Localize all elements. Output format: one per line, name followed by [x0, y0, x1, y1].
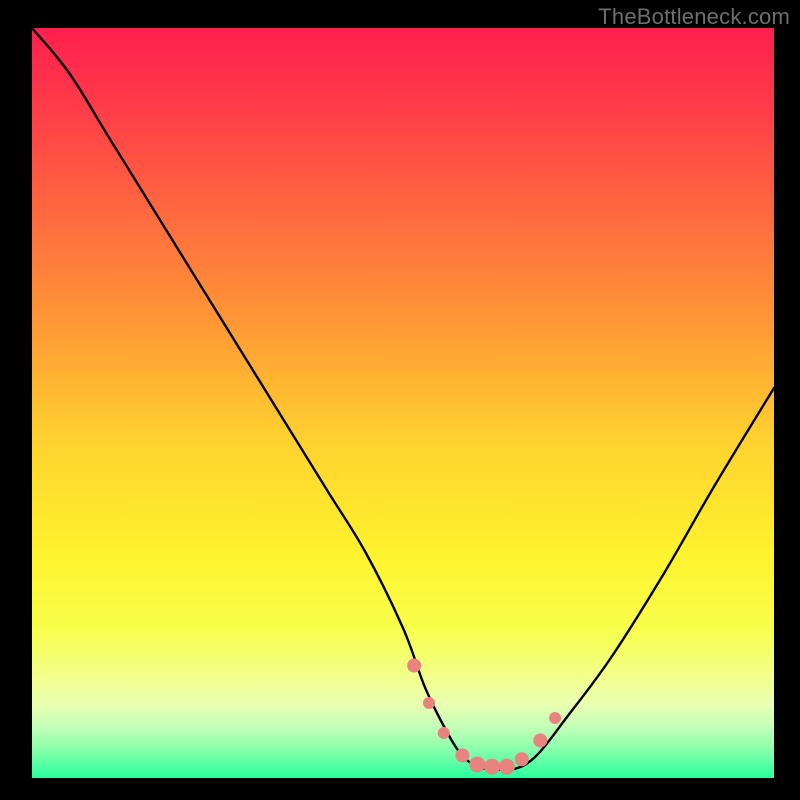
- highlight-marker: [469, 757, 485, 773]
- highlight-marker: [515, 752, 529, 766]
- watermark-label: TheBottleneck.com: [598, 4, 790, 30]
- chart-canvas: [0, 0, 800, 800]
- highlight-marker: [438, 727, 450, 739]
- highlight-marker: [499, 759, 515, 775]
- highlight-marker: [549, 712, 561, 724]
- highlight-marker: [484, 759, 500, 775]
- highlight-marker: [455, 749, 469, 763]
- highlight-marker: [533, 734, 547, 748]
- highlight-marker: [423, 697, 435, 709]
- highlight-marker: [407, 659, 421, 673]
- chart-frame: TheBottleneck.com: [0, 0, 800, 800]
- gradient-background: [32, 28, 774, 778]
